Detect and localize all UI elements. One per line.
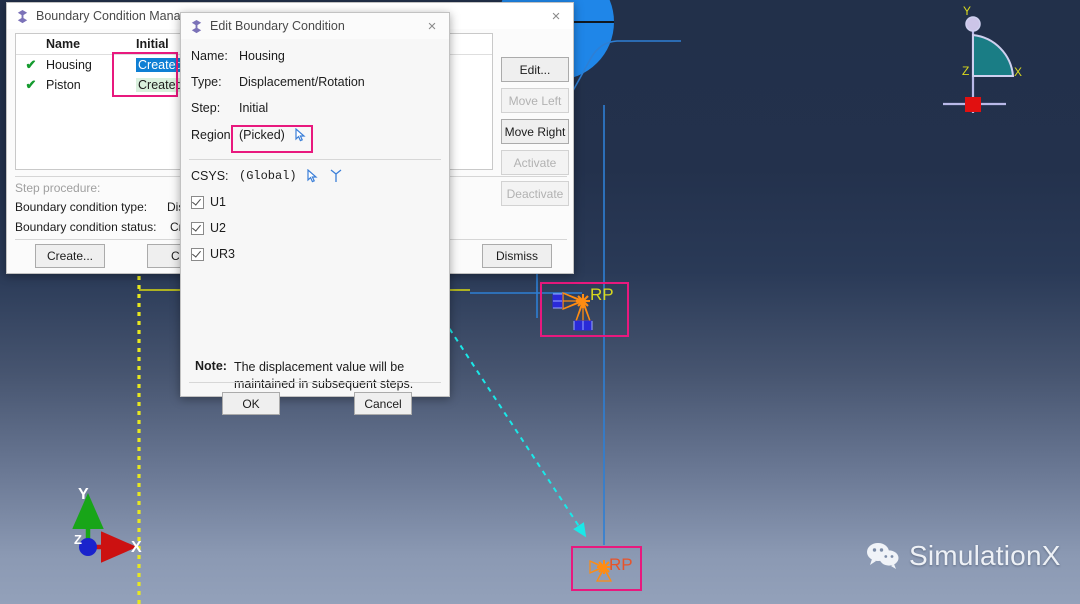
note-line-1: The displacement value will be [233,360,405,374]
move-right-button[interactable]: Move Right [501,119,569,144]
watermark-text: SimulationX [909,540,1061,571]
bc-status-label: Boundary condition status: [15,220,157,234]
row-check-icon: ✔ [25,77,37,92]
abaqus-spool-icon [17,9,28,23]
note-text: The displacement value will be maintaine… [234,359,413,393]
checkbox-u1-box[interactable] [191,195,204,209]
abaqus-spool-icon [191,19,202,33]
checkbox-u1-label: U1 [210,195,226,209]
ebc-title-bar[interactable]: Edit Boundary Condition × [181,13,449,39]
row-check-icon: ✔ [25,57,37,72]
field-csys[interactable]: CSYS: (Global) [191,168,343,183]
divider [189,382,441,383]
close-icon[interactable]: × [545,9,567,24]
note-block: Note: The displacement value will be mai… [195,359,435,393]
create-button[interactable]: Create... [35,244,105,268]
checkbox-ur3-box[interactable] [191,247,204,261]
divider [189,159,441,160]
field-name: Name: Housing [191,49,285,63]
field-csys-value: (Global) [239,168,297,183]
checkbox-u2-label: U2 [210,221,226,235]
field-name-value: Housing [239,49,285,63]
field-type-value: Displacement/Rotation [239,75,365,89]
field-step-label: Step: [191,101,221,115]
header-cell-name: Name [46,37,81,51]
cancel-button[interactable]: Cancel [354,392,412,415]
ebc-body: Name: Housing Type: Displacement/Rotatio… [181,39,449,415]
bcm-side-buttons: Edit... Move Left Move Right Activate De… [501,57,569,212]
app-root: Y X Z RP RP Y X Z SimulationX Boundary C… [0,0,1080,604]
note-line-2: maintained in subsequent steps. [233,376,414,391]
wechat-icon [867,543,899,569]
field-region-value: (Picked) [239,128,285,142]
checkbox-u1[interactable]: U1 [191,195,226,209]
row-name: Piston [46,78,81,92]
edit-button[interactable]: Edit... [501,57,569,82]
close-icon[interactable]: × [421,19,443,34]
activate-button[interactable]: Activate [501,150,569,175]
checkbox-ur3[interactable]: UR3 [191,247,235,261]
row-name: Housing [46,58,92,72]
step-procedure-label: Step procedure: [15,181,101,195]
field-step-value: Initial [239,101,269,115]
csys-picker-cursor-icon[interactable] [307,168,319,183]
ok-button[interactable]: OK [222,392,280,415]
field-step: Step: Initial [191,101,268,115]
field-region-label: Region: [191,128,235,142]
field-type-label: Type: [191,75,222,89]
ebc-title-text: Edit Boundary Condition [210,19,345,33]
csys-triad-icon[interactable] [329,168,343,183]
field-region[interactable]: Region: (Picked) [191,128,307,142]
region-picker-cursor-icon[interactable] [295,128,307,142]
watermark: SimulationX [866,540,1061,572]
move-left-button[interactable]: Move Left [501,88,569,113]
edit-boundary-condition-dialog[interactable]: Edit Boundary Condition × Name: Housing … [180,12,450,415]
note-prefix: Note: [195,359,227,373]
field-csys-label: CSYS: [191,168,229,183]
dismiss-button[interactable]: Dismiss [482,244,552,268]
field-type: Type: Displacement/Rotation [191,75,365,89]
checkbox-ur3-label: UR3 [210,247,236,261]
deactivate-button[interactable]: Deactivate [501,181,569,206]
checkbox-u2-box[interactable] [191,221,204,235]
field-name-label: Name: [191,49,228,63]
bc-type-label: Boundary condition type: [15,200,148,214]
checkbox-u2[interactable]: U2 [191,221,226,235]
